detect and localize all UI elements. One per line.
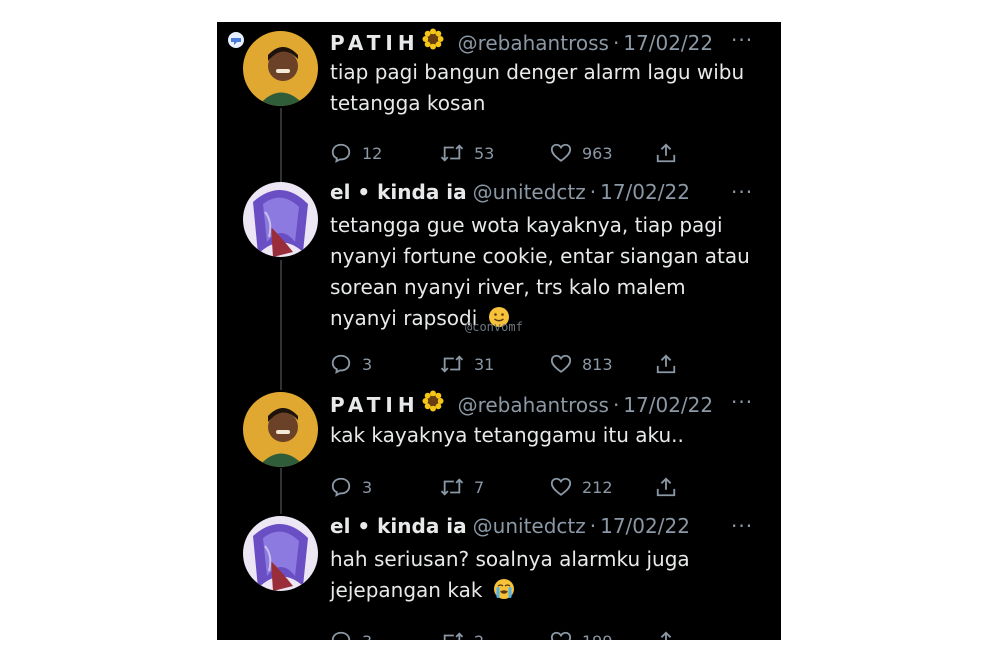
watermark: @convomf xyxy=(465,320,523,334)
like-button[interactable]: 212 xyxy=(550,476,613,498)
loudly-crying-face-icon xyxy=(493,579,514,599)
separator-dot: · xyxy=(589,514,597,538)
reply-count: 3 xyxy=(362,354,373,374)
tweet-header: PATIH @rebahantross · 17/02/22 xyxy=(330,390,713,417)
like-count: 199 xyxy=(582,632,613,641)
share-icon xyxy=(656,354,676,374)
display-name[interactable]: el • kinda ia xyxy=(330,514,467,538)
retweet-icon xyxy=(440,355,464,373)
like-button[interactable]: 963 xyxy=(550,142,613,164)
thread-connector xyxy=(280,468,282,514)
reply-count: 12 xyxy=(362,143,383,163)
separator-dot: · xyxy=(612,31,620,55)
tweet-header: el • kinda ia @unitedctz · 17/02/22 xyxy=(330,514,690,540)
sunflower-icon xyxy=(422,28,444,55)
reply-icon xyxy=(331,477,351,497)
avatar[interactable] xyxy=(243,516,318,591)
heart-icon xyxy=(550,631,572,640)
tweet-text-content: tiap pagi bangun denger alarm lagu wibu … xyxy=(330,60,745,115)
retweet-button[interactable]: 53 xyxy=(440,142,494,164)
display-name[interactable]: PATIH xyxy=(330,393,420,417)
retweet-icon xyxy=(440,144,464,162)
more-options-icon[interactable]: ··· xyxy=(731,180,753,204)
more-options-icon[interactable]: ··· xyxy=(731,390,753,414)
tweet-text-content: tetangga gue wota kayaknya, tiap pagi ny… xyxy=(330,213,750,330)
tweet-actions: 3 7 212 xyxy=(330,476,770,502)
retweet-count: 2 xyxy=(474,632,484,641)
user-handle[interactable]: @unitedctz xyxy=(473,180,586,204)
display-name[interactable]: PATIH xyxy=(330,31,420,55)
reply-button[interactable]: 3 xyxy=(330,353,372,375)
retweet-count: 31 xyxy=(474,354,495,374)
retweet-button[interactable]: 2 xyxy=(440,630,484,640)
tweet-text: kak kayaknya tetanggamu itu aku.. xyxy=(330,420,750,451)
tweet-actions: 12 53 963 xyxy=(330,142,770,168)
separator-dot: · xyxy=(589,180,597,204)
more-options-icon[interactable]: ··· xyxy=(731,514,753,538)
user-handle[interactable]: @rebahantross xyxy=(458,31,609,55)
reply-icon xyxy=(331,354,351,374)
reply-count: 3 xyxy=(362,632,372,641)
tweet-text: tetangga gue wota kayaknya, tiap pagi ny… xyxy=(330,210,750,334)
separator-dot: · xyxy=(612,393,620,417)
retweet-button[interactable]: 7 xyxy=(440,476,484,498)
tweet-text-content: kak kayaknya tetanggamu itu aku.. xyxy=(330,423,684,447)
tweet-text: hah seriusan? soalnya alarmku juga jejep… xyxy=(330,544,750,606)
avatar[interactable] xyxy=(243,392,318,467)
reply-icon xyxy=(331,631,351,640)
user-handle[interactable]: @rebahantross xyxy=(458,393,609,417)
like-button[interactable]: 199 xyxy=(550,630,613,640)
tweet-actions: 3 31 813 xyxy=(330,353,770,379)
heart-icon xyxy=(550,143,572,162)
tweet-header: el • kinda ia @unitedctz · 17/02/22 xyxy=(330,180,690,206)
tweet-date[interactable]: 17/02/22 xyxy=(623,31,713,55)
more-options-icon[interactable]: ··· xyxy=(731,28,753,52)
like-button[interactable]: 813 xyxy=(550,353,613,375)
sunflower-icon xyxy=(422,390,444,417)
share-icon xyxy=(656,477,676,497)
avatar[interactable] xyxy=(243,31,318,106)
retweet-icon xyxy=(440,478,464,496)
heart-icon xyxy=(550,354,572,373)
reply-icon xyxy=(331,143,351,163)
thread-connector xyxy=(280,260,282,390)
retweet-count: 7 xyxy=(474,477,485,497)
tweet-date[interactable]: 17/02/22 xyxy=(600,514,690,538)
tweet-date[interactable]: 17/02/22 xyxy=(600,180,690,204)
like-count: 212 xyxy=(582,477,613,497)
tweet-text: tiap pagi bangun denger alarm lagu wibu … xyxy=(330,57,750,119)
tweet-date[interactable]: 17/02/22 xyxy=(623,393,713,417)
avatar[interactable] xyxy=(243,182,318,257)
display-name[interactable]: el • kinda ia xyxy=(330,180,467,204)
share-button[interactable] xyxy=(655,476,687,498)
conversation-badge-icon xyxy=(228,32,244,48)
share-icon xyxy=(656,143,676,163)
share-button[interactable] xyxy=(655,142,687,164)
share-icon xyxy=(660,631,672,640)
reply-button[interactable]: 12 xyxy=(330,142,382,164)
share-button[interactable] xyxy=(655,353,687,375)
reply-count: 3 xyxy=(362,477,373,497)
heart-icon xyxy=(550,477,572,496)
reply-button[interactable]: 3 xyxy=(330,630,372,640)
reply-button[interactable]: 3 xyxy=(330,476,372,498)
tweet-header: PATIH @rebahantross · 17/02/22 xyxy=(330,28,713,55)
retweet-button[interactable]: 31 xyxy=(440,353,494,375)
tweet-thread: PATIH @rebahantross · 17/02/22 ··· tiap … xyxy=(217,22,781,640)
retweet-count: 53 xyxy=(474,143,495,163)
user-handle[interactable]: @unitedctz xyxy=(473,514,586,538)
tweet-actions: 3 2 199 xyxy=(330,630,770,640)
share-button[interactable] xyxy=(655,630,687,640)
retweet-icon xyxy=(443,632,464,640)
like-count: 963 xyxy=(582,143,613,163)
like-count: 813 xyxy=(582,354,613,374)
